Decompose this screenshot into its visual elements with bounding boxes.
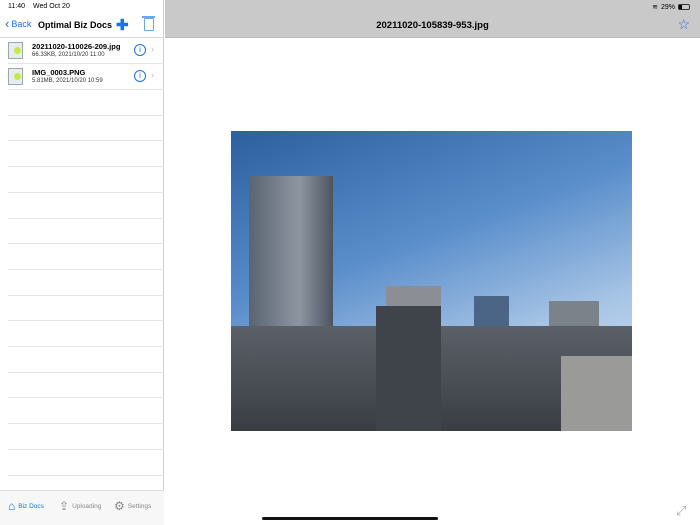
tab-label: Settings	[127, 502, 152, 510]
file-meta: 66.33KB, 2021/10/20 11:00	[32, 52, 105, 58]
tab-biz-docs[interactable]: ⌂ Biz Docs	[8, 499, 44, 513]
back-button[interactable]: ‹ Back	[5, 16, 32, 31]
file-name: IMG_0003.PNG	[32, 68, 86, 77]
file-row[interactable]: 20211020-110026-209.jpg 66.33KB, 2021/10…	[0, 38, 164, 64]
divider	[8, 191, 164, 193]
nav-bar: ‹ Back Optimal Biz Docs ✚	[0, 14, 164, 38]
file-name: 20211020-110026-209.jpg	[32, 42, 121, 51]
photo-image	[231, 131, 632, 431]
file-meta: 5.81MB, 2021/10/20 10:59	[32, 78, 103, 84]
viewer-title: 20211020-105839-953.jpg	[376, 20, 489, 31]
divider	[8, 243, 164, 245]
star-icon[interactable]: ☆	[677, 16, 690, 33]
page-title: Optimal Biz Docs	[38, 20, 113, 30]
divider	[8, 166, 164, 168]
status-time: 11:40	[8, 3, 25, 10]
chevron-right-icon: ›	[151, 44, 154, 54]
divider	[8, 423, 164, 425]
house-icon: ⌂	[8, 499, 16, 513]
battery-icon	[678, 4, 690, 10]
add-button[interactable]: ✚	[116, 16, 129, 34]
file-row[interactable]: IMG_0003.PNG 5.81MB, 2021/10/20 10:59 i …	[0, 64, 164, 90]
back-label: Back	[11, 19, 32, 29]
image-file-icon	[8, 42, 23, 59]
chevron-right-icon: ›	[151, 70, 154, 80]
info-icon[interactable]: i	[134, 44, 146, 56]
divider	[8, 140, 164, 142]
tab-label: Uploading	[72, 502, 102, 510]
wifi-icon: ≋	[652, 4, 658, 11]
status-bar-right: ≋ 29%	[652, 3, 690, 11]
status-bar-left: 11:40 Wed Oct 20	[8, 3, 78, 10]
status-date: Wed Oct 20	[33, 3, 70, 10]
divider	[8, 268, 164, 270]
home-indicator	[262, 517, 438, 520]
divider	[8, 89, 164, 90]
upload-icon: ⇪	[59, 499, 70, 513]
tab-uploading[interactable]: ⇪ Uploading	[59, 499, 101, 513]
divider	[8, 294, 164, 296]
info-icon[interactable]: i	[134, 70, 146, 82]
divider	[8, 217, 164, 219]
tab-label: Biz Docs	[18, 502, 44, 510]
image-viewer: ≋ 29% 20211020-105839-953.jpg ☆ ⤢	[165, 0, 700, 525]
viewer-header: ≋ 29% 20211020-105839-953.jpg ☆	[165, 0, 700, 38]
tab-bar: ⌂ Biz Docs ⇪ Uploading ⚙ Settings	[0, 490, 164, 525]
gear-icon: ⚙	[114, 499, 125, 513]
divider	[8, 397, 164, 399]
expand-icon[interactable]: ⤢	[676, 503, 692, 519]
file-list-panel: 11:40 Wed Oct 20 ‹ Back Optimal Biz Docs ✚…	[0, 0, 164, 525]
divider	[8, 448, 164, 450]
divider	[8, 474, 164, 476]
trash-icon[interactable]	[142, 16, 155, 31]
divider	[8, 371, 164, 373]
battery-percent: 29%	[660, 3, 675, 11]
tab-settings[interactable]: ⚙ Settings	[114, 499, 151, 513]
divider	[8, 114, 164, 116]
chevron-left-icon: ‹	[5, 16, 10, 31]
image-file-icon	[8, 68, 23, 85]
divider	[8, 346, 164, 347]
divider	[8, 320, 164, 322]
